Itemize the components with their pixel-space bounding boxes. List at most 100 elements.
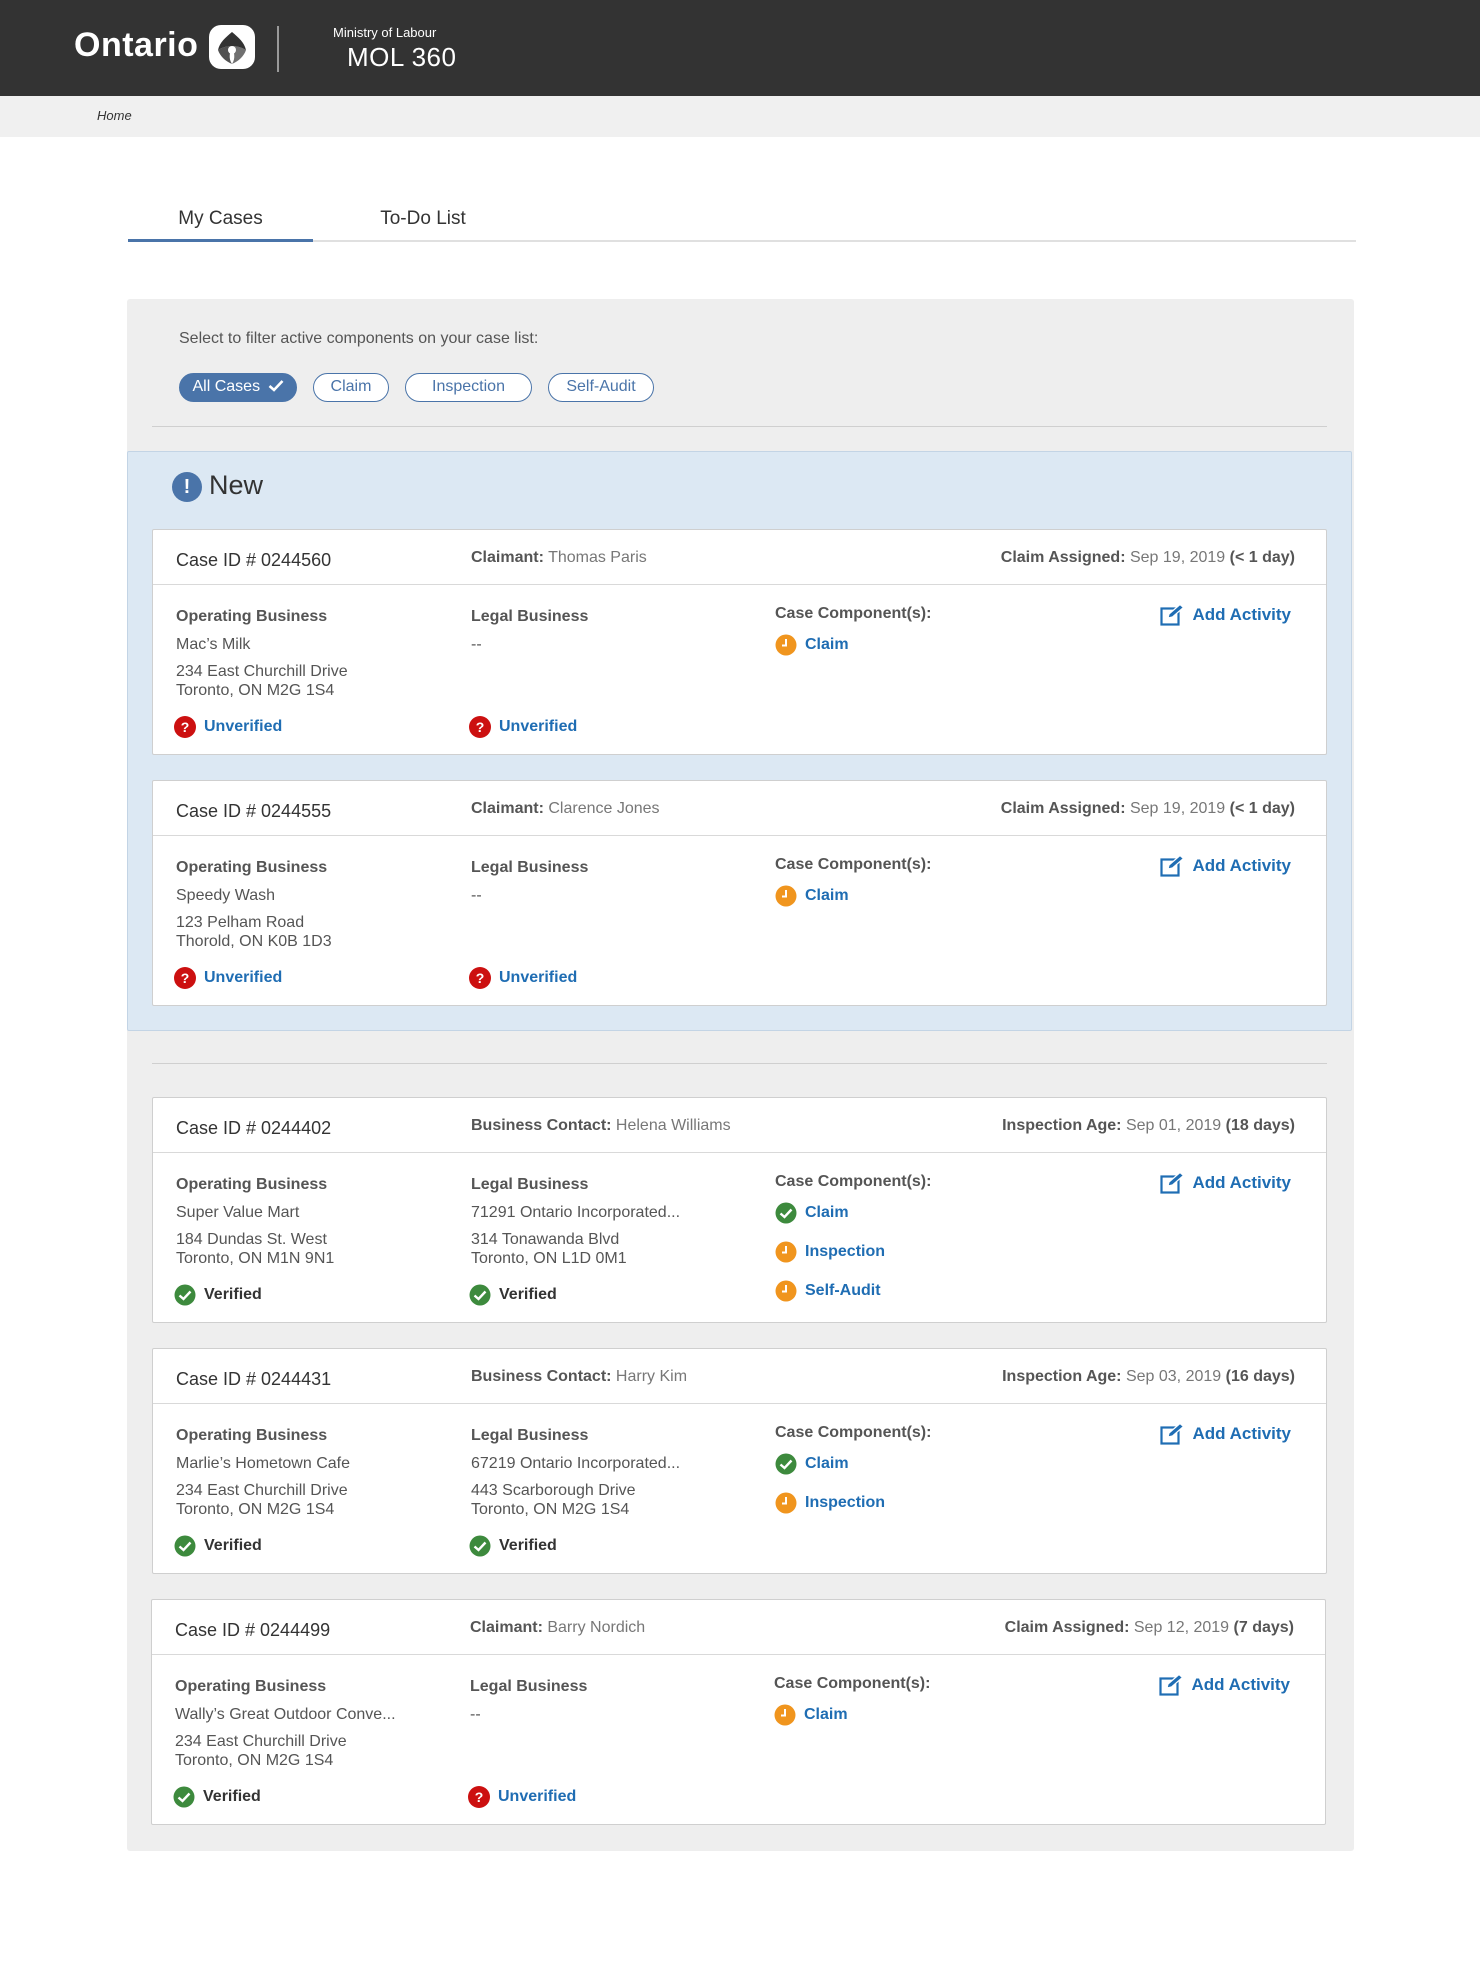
operating-business-name: Wally’s Great Outdoor Conve... xyxy=(175,1706,396,1723)
question-icon: ? xyxy=(174,716,196,738)
case-id[interactable]: Case ID # 0244431 xyxy=(176,1369,331,1390)
add-activity-button[interactable]: Add Activity xyxy=(1160,604,1291,626)
component-list: Claim Inspection xyxy=(775,1452,1055,1515)
case-components: Case Component(s): Claim xyxy=(774,1675,1054,1727)
operating-business-status[interactable]: Verified xyxy=(174,1535,262,1557)
component-label: Claim xyxy=(804,1706,848,1723)
legal-business-status[interactable]: Verified xyxy=(469,1284,557,1306)
case-list-panel: Select to filter active components on yo… xyxy=(127,299,1354,1851)
clock-icon xyxy=(775,634,797,656)
component-label: Claim xyxy=(805,887,849,904)
add-activity-button[interactable]: Add Activity xyxy=(1160,1423,1291,1445)
case-card: Case ID # 0244555 Claimant: Clarence Jon… xyxy=(152,780,1327,1006)
operating-business: Operating Business Marlie’s Hometown Caf… xyxy=(176,1427,446,1519)
date-label: Claim Assigned: xyxy=(1000,800,1126,817)
component-label: Inspection xyxy=(805,1494,886,1511)
status-label: Verified xyxy=(499,1537,557,1554)
contact-label: Claimant: xyxy=(471,800,544,817)
legal-business-name: -- xyxy=(471,887,482,904)
case-id[interactable]: Case ID # 0244560 xyxy=(176,550,331,571)
component-claim[interactable]: Claim xyxy=(775,1452,1055,1476)
legal-business-status[interactable]: ? Unverified xyxy=(469,716,577,738)
filter-pill-label: All Cases xyxy=(192,378,261,395)
component-claim[interactable]: Claim xyxy=(775,633,1055,657)
ontario-logo-text[interactable]: Ontario xyxy=(74,26,198,65)
operating-business-status[interactable]: Verified xyxy=(174,1284,262,1306)
component-claim[interactable]: Claim xyxy=(775,1201,1055,1225)
legal-business-title: Legal Business xyxy=(471,1427,589,1444)
case-components-title: Case Component(s): xyxy=(775,605,932,622)
edit-icon xyxy=(1160,855,1185,877)
operating-business-address-line1: 234 East Churchill Drive xyxy=(175,1733,347,1750)
add-activity-label: Add Activity xyxy=(1192,1424,1291,1443)
component-claim[interactable]: Claim xyxy=(775,884,1055,908)
divider xyxy=(152,426,1327,427)
status-label: Verified xyxy=(204,1537,262,1554)
case-id[interactable]: Case ID # 0244402 xyxy=(176,1118,331,1139)
operating-business-status[interactable]: ? Unverified xyxy=(174,716,282,738)
trillium-icon[interactable] xyxy=(208,24,256,70)
component-inspection[interactable]: Inspection xyxy=(775,1491,1055,1515)
case-date: Inspection Age: Sep 01, 2019 (18 days) xyxy=(1002,1117,1295,1135)
component-list: Claim Inspection Self-Audit xyxy=(775,1201,1055,1303)
filter-pill-self-audit[interactable]: Self-Audit xyxy=(548,373,654,402)
legal-business-status[interactable]: ? Unverified xyxy=(468,1786,576,1808)
case-components-title: Case Component(s): xyxy=(775,1424,932,1441)
filter-pill-all-cases[interactable]: All Cases xyxy=(179,373,297,402)
tab-my-cases[interactable]: My Cases xyxy=(128,206,313,242)
status-label: Verified xyxy=(203,1788,261,1805)
case-components: Case Component(s): Claim xyxy=(775,605,1055,657)
filter-pill-inspection[interactable]: Inspection xyxy=(405,373,532,402)
legal-business-status[interactable]: Verified xyxy=(469,1535,557,1557)
breadcrumb-home[interactable]: Home xyxy=(97,108,132,123)
status-label: Unverified xyxy=(498,1788,577,1805)
case-components-title: Case Component(s): xyxy=(775,1173,932,1190)
component-claim[interactable]: Claim xyxy=(774,1703,1054,1727)
legal-business-title: Legal Business xyxy=(471,1176,589,1193)
status-label: Verified xyxy=(204,1286,262,1303)
component-list: Claim xyxy=(775,884,1055,908)
question-icon: ? xyxy=(174,967,196,989)
tab-todo-list[interactable]: To-Do List xyxy=(358,206,488,242)
case-date: Claim Assigned: Sep 19, 2019 (< 1 day) xyxy=(1001,549,1295,567)
component-inspection[interactable]: Inspection xyxy=(775,1240,1055,1264)
breadcrumb-bar: Home xyxy=(0,96,1480,137)
question-icon: ? xyxy=(469,967,491,989)
component-self-audit[interactable]: Self-Audit xyxy=(775,1279,1055,1303)
filter-pill-claim[interactable]: Claim xyxy=(313,373,389,402)
add-activity-button[interactable]: Add Activity xyxy=(1160,1172,1291,1194)
case-contact: Business Contact: Harry Kim xyxy=(471,1368,687,1386)
operating-business-name: Marlie’s Hometown Cafe xyxy=(176,1455,350,1472)
operating-business-address-line2: Thorold, ON K0B 1D3 xyxy=(176,933,332,950)
add-activity-button[interactable]: Add Activity xyxy=(1160,855,1291,877)
operating-business-status[interactable]: ? Unverified xyxy=(174,967,282,989)
date-value: Sep 19, 2019 xyxy=(1129,800,1226,817)
component-label: Claim xyxy=(805,1204,849,1221)
check-circle-icon xyxy=(174,1535,196,1557)
case-card: Case ID # 0244431 Business Contact: Harr… xyxy=(152,1348,1327,1574)
legal-business-status[interactable]: ? Unverified xyxy=(469,967,577,989)
operating-business-address-line1: 234 East Churchill Drive xyxy=(176,663,348,680)
check-icon xyxy=(268,379,283,392)
legal-business-name: 71291 Ontario Incorporated... xyxy=(471,1204,681,1221)
case-date: Claim Assigned: Sep 19, 2019 (< 1 day) xyxy=(1001,800,1295,818)
check-circle-icon xyxy=(775,1202,797,1224)
clock-icon xyxy=(775,1241,797,1263)
status-label: Unverified xyxy=(204,969,283,986)
operating-business-status[interactable]: Verified xyxy=(173,1786,261,1808)
operating-business-address-line1: 184 Dundas St. West xyxy=(176,1231,327,1248)
case-id[interactable]: Case ID # 0244555 xyxy=(176,801,331,822)
legal-business: Legal Business -- xyxy=(471,859,741,914)
legal-business-address-line2: Toronto, ON L1D 0M1 xyxy=(471,1250,627,1267)
edit-icon xyxy=(1160,604,1185,626)
status-label: Unverified xyxy=(499,969,578,986)
legal-business: Legal Business -- xyxy=(470,1678,740,1733)
case-id[interactable]: Case ID # 0244499 xyxy=(175,1620,330,1641)
check-circle-icon xyxy=(469,1284,491,1306)
case-date: Claim Assigned: Sep 12, 2019 (7 days) xyxy=(1005,1619,1294,1637)
exclamation-icon: ! xyxy=(172,472,202,502)
case-age: (18 days) xyxy=(1225,1117,1295,1134)
add-activity-button[interactable]: Add Activity xyxy=(1159,1674,1290,1696)
contact-label: Claimant: xyxy=(471,549,544,566)
operating-business-address-line2: Toronto, ON M1N 9N1 xyxy=(176,1250,335,1267)
